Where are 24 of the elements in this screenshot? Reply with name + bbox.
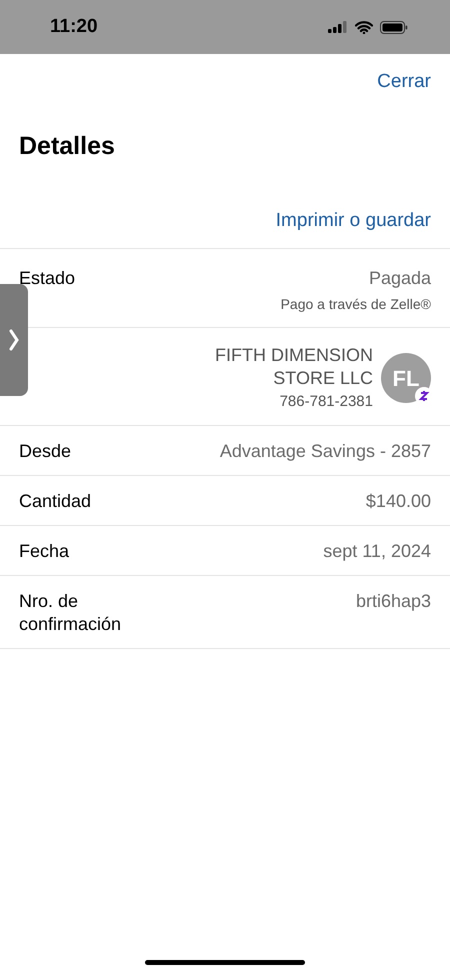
- row-note: Pago a través de Zelle®: [280, 294, 431, 314]
- side-tab[interactable]: [0, 284, 28, 396]
- chevron-right-icon: [9, 329, 19, 351]
- row-label: Nro. de confirmación: [19, 590, 122, 636]
- recipient-name: STORE LLC: [273, 366, 373, 390]
- page-title: Detalles: [18, 130, 116, 162]
- status-time: 11:20: [50, 14, 98, 39]
- wifi-icon: [355, 20, 373, 34]
- avatar-initials: FL: [392, 364, 420, 392]
- row-value: brti6hap3: [356, 590, 431, 612]
- print-link[interactable]: Imprimir o guardar: [276, 207, 431, 236]
- row-value: sept 11, 2024: [323, 540, 431, 562]
- row-label: Estado: [19, 266, 76, 290]
- row-value: Pagada: [368, 266, 431, 290]
- row-label: Fecha: [19, 540, 70, 562]
- close-link[interactable]: Cerrar: [377, 68, 431, 96]
- recipient-phone: 786-781-2381: [280, 392, 373, 412]
- row-value: $140.00: [366, 490, 431, 512]
- row-label: Desde: [19, 440, 72, 462]
- signal-icon: [328, 21, 348, 33]
- recipient-name: FIFTH DIMENSION: [215, 344, 373, 366]
- row-label: Cantidad: [19, 490, 92, 512]
- battery-icon: [380, 20, 408, 34]
- row-value: Advantage Savings - 2857: [220, 440, 431, 462]
